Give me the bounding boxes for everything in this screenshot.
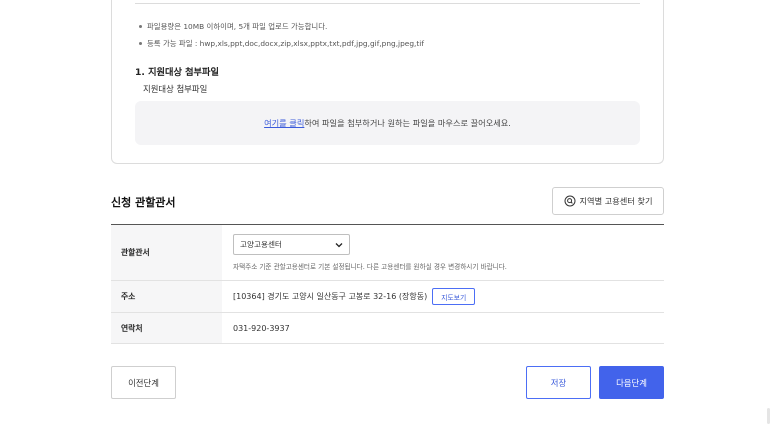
upload-note: 파일용량은 10MB 이하이며, 5개 파일 업로드 가능합니다.: [137, 18, 424, 35]
contact-value: 031-920-3937: [233, 323, 290, 333]
chevron-down-icon: [335, 242, 343, 247]
table-row: 주소 [10364] 경기도 고양시 일산동구 고봉로 32-16 (장항동) …: [111, 281, 664, 313]
save-button[interactable]: 저장: [526, 366, 591, 399]
office-help-text: 자택주소 기준 관할고용센터로 기본 설정됩니다. 다른 고용센터를 원하실 경…: [233, 263, 507, 271]
next-step-button[interactable]: 다음단계: [599, 366, 664, 399]
office-select[interactable]: 고양고용센터: [233, 234, 350, 255]
bullet-icon: [139, 42, 142, 45]
office-label: 관할관서: [111, 225, 222, 280]
attachment-section-heading: 1. 지원대상 첨부파일: [135, 67, 219, 78]
dropzone-text: 하여 파일을 첨부하거나 원하는 파일을 마우스로 끌어오세요.: [304, 118, 511, 128]
find-regional-center-label: 지역별 고용센터 찾기: [579, 196, 653, 206]
address-value: [10364] 경기도 고양시 일산동구 고봉로 32-16 (장항동): [233, 292, 428, 301]
table-row: 연락처 031-920-3937: [111, 313, 664, 344]
office-select-value: 고양고용센터: [240, 240, 282, 249]
dropzone-click-link[interactable]: 여기를 클릭: [264, 117, 304, 129]
bullet-icon: [139, 25, 142, 28]
previous-step-button[interactable]: 이전단계: [111, 366, 176, 399]
find-regional-center-button[interactable]: 지역별 고용센터 찾기: [552, 187, 664, 215]
upload-note: 등록 가능 파일 : hwp,xls,ppt,doc,docx,zip,xlsx…: [137, 35, 424, 52]
contact-label: 연락처: [111, 313, 222, 343]
address-label: 주소: [111, 281, 222, 312]
scrollbar[interactable]: [767, 408, 770, 424]
office-info-table: 관할관서 고양고용센터 자택주소 기준 관할고용센터로 기본 설정됩니다. 다른…: [111, 224, 664, 344]
attachment-sub-label: 지원대상 첨부파일: [143, 84, 208, 94]
divider: [135, 3, 640, 4]
file-dropzone[interactable]: 여기를 클릭 하여 파일을 첨부하거나 원하는 파일을 마우스로 끌어오세요.: [135, 101, 640, 145]
office-section-title: 신청 관할관서: [111, 196, 176, 209]
table-row: 관할관서 고양고용센터 자택주소 기준 관할고용센터로 기본 설정됩니다. 다른…: [111, 225, 664, 281]
upload-notes: 파일용량은 10MB 이하이며, 5개 파일 업로드 가능합니다. 등록 가능 …: [137, 18, 424, 52]
view-map-button[interactable]: 지도보기: [432, 288, 476, 305]
search-icon: [564, 195, 575, 207]
